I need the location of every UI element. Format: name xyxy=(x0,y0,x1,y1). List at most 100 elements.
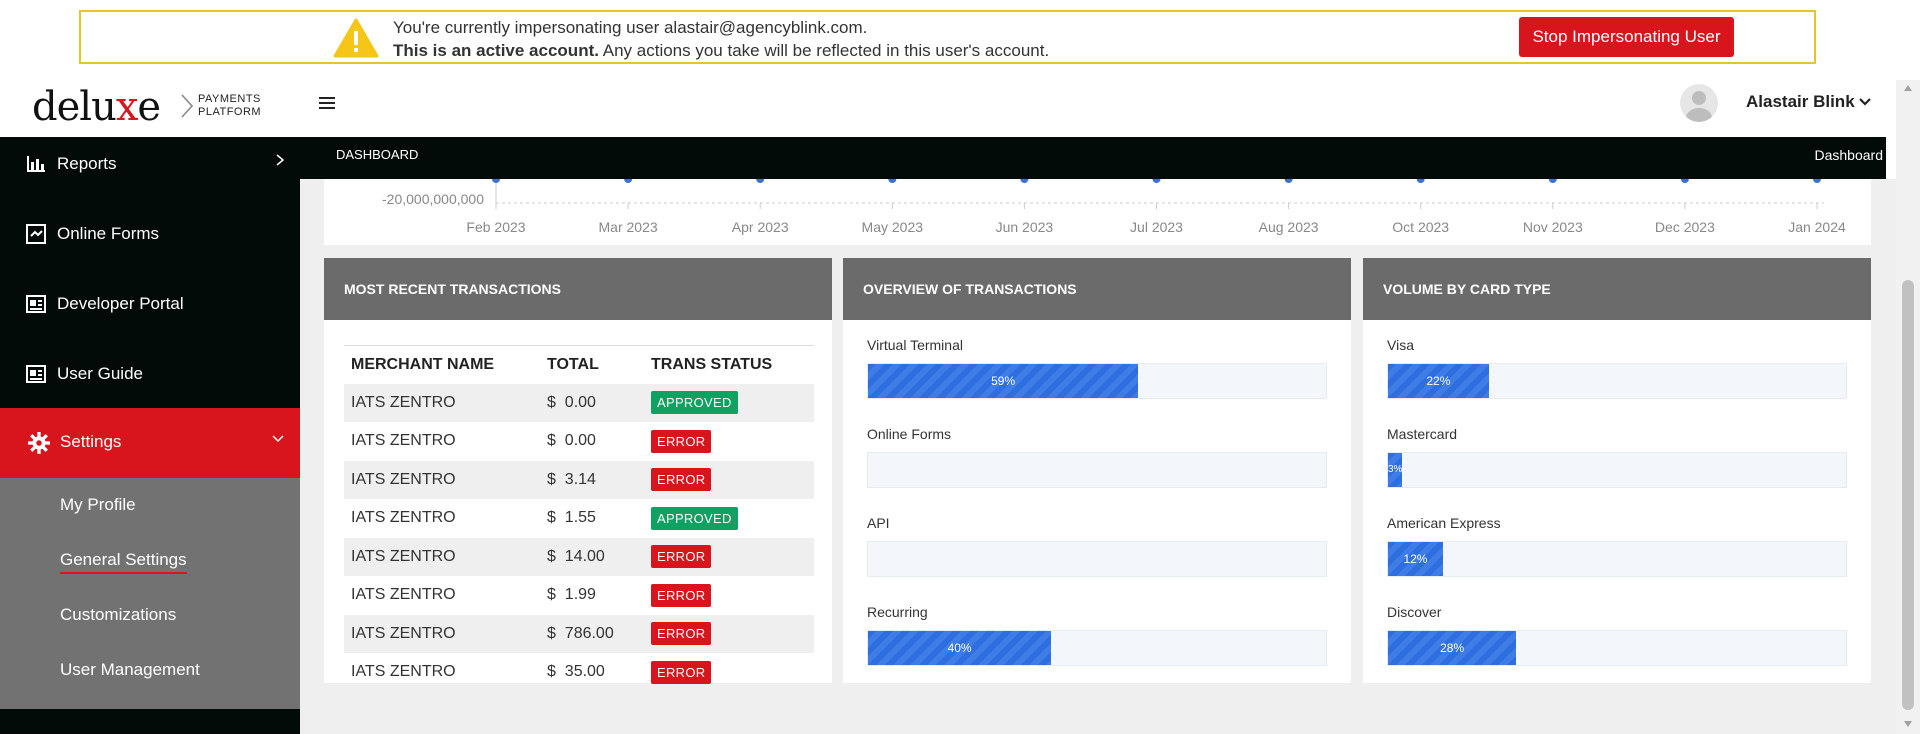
merchant-name-cell: IATS ZENTRO xyxy=(344,537,540,576)
progress-bar xyxy=(867,541,1327,577)
status-badge: ERROR xyxy=(651,429,712,453)
user-silhouette-icon xyxy=(1686,91,1712,122)
card-title: VOLUME BY CARD TYPE xyxy=(1363,258,1871,320)
card-title: MOST RECENT TRANSACTIONS xyxy=(324,258,832,320)
table-row[interactable]: IATS ZENTRO $ 1.55 APPROVED xyxy=(344,499,814,538)
column-header[interactable]: TOTAL xyxy=(540,345,644,384)
progress-bar: 22% xyxy=(1387,363,1847,399)
chart-point[interactable] xyxy=(1020,175,1029,183)
sidebar: Reports Online Forms Developer Portal Us… xyxy=(0,137,300,734)
chart-point[interactable] xyxy=(492,175,500,183)
status-badge: ERROR xyxy=(651,545,712,569)
progress-bar: 3% xyxy=(1387,452,1847,488)
progress-bar xyxy=(867,452,1327,488)
transactions-table: MERCHANT NAME TOTAL TRANS STATUS IATS ZE… xyxy=(344,345,814,692)
gear-icon xyxy=(28,432,50,454)
logo-text-pre: delu xyxy=(32,84,117,130)
sidebar-item-reports[interactable]: Reports xyxy=(0,130,300,200)
chart-point[interactable] xyxy=(624,175,633,183)
progress-bar-fill: 3% xyxy=(1388,453,1402,487)
hamburger-menu-icon[interactable] xyxy=(315,94,339,118)
progress-bar: 28% xyxy=(1387,630,1847,666)
bar-label: API xyxy=(867,515,890,531)
y-tick-label: -20,000,000,000 xyxy=(382,191,484,207)
table-row[interactable]: IATS ZENTRO $ 0.00 ERROR xyxy=(344,422,814,461)
sidebar-item-label: Developer Portal xyxy=(57,294,184,313)
chart-point[interactable] xyxy=(888,175,897,183)
scroll-down-icon[interactable] xyxy=(1903,720,1913,728)
table-row[interactable]: IATS ZENTRO $ 0.00 APPROVED xyxy=(344,383,814,422)
sidebar-item-user-guide[interactable]: User Guide xyxy=(0,340,300,410)
progress-bar-fill: 59% xyxy=(868,364,1139,398)
deluxe-logo[interactable]: deluxe xyxy=(32,84,161,130)
logo-subtitle: PAYMENTS PLATFORM xyxy=(198,93,261,119)
merchant-name-cell: IATS ZENTRO xyxy=(351,509,456,527)
page-scrollbar[interactable] xyxy=(1896,80,1920,734)
merchant-name-cell: IATS ZENTRO xyxy=(351,586,456,604)
logo-sub-line-2: PLATFORM xyxy=(198,106,262,118)
chart-point[interactable] xyxy=(1284,175,1293,183)
banner-line-1: You're currently impersonating user alas… xyxy=(393,18,868,37)
stop-impersonating-button[interactable]: Stop Impersonating User xyxy=(1519,17,1734,57)
submenu-item-my-profile[interactable]: My Profile xyxy=(60,495,136,515)
bar-label: Online Forms xyxy=(867,426,952,442)
warning-icon xyxy=(333,18,379,58)
chart-point[interactable] xyxy=(1152,175,1161,183)
sidebar-item-settings[interactable]: Settings xyxy=(0,408,300,478)
document-icon xyxy=(26,295,46,313)
submenu-item-customizations[interactable]: Customizations xyxy=(60,605,176,625)
sidebar-item-developer-portal[interactable]: Developer Portal xyxy=(0,270,300,340)
column-header[interactable]: TRANS STATUS xyxy=(644,345,814,384)
breadcrumb-current[interactable]: Dashboard xyxy=(1815,147,1884,163)
bar-chart-icon xyxy=(27,156,45,172)
x-tick-label: Apr 2023 xyxy=(732,219,789,235)
progress-bar-fill: 28% xyxy=(1388,631,1517,665)
chevron-down-icon[interactable] xyxy=(1858,95,1872,109)
chart-point[interactable] xyxy=(1416,175,1425,183)
avatar[interactable] xyxy=(1680,84,1718,122)
transactions-line-chart: -20,000,000,000 Feb 2023 Mar 2023 Apr 2023… xyxy=(324,175,1871,245)
logo-text-post: e xyxy=(137,84,161,130)
scroll-thumb[interactable] xyxy=(1902,280,1914,710)
overview-transactions-card: OVERVIEW OF TRANSACTIONS Virtual Termina… xyxy=(843,258,1351,683)
chevron-right-icon xyxy=(276,154,285,166)
status-badge: ERROR xyxy=(651,660,712,684)
total-cell: $ 35.00 xyxy=(547,663,605,681)
form-icon xyxy=(26,224,46,244)
x-tick-label: Jan 2024 xyxy=(1788,219,1846,235)
merchant-name-cell: IATS ZENTRO xyxy=(344,460,540,499)
bar-label: Visa xyxy=(1387,337,1414,353)
user-name[interactable]: Alastair Blink xyxy=(1746,92,1855,112)
submenu-item-general-settings[interactable]: General Settings xyxy=(60,550,187,574)
logo-sub-line-1: PAYMENTS xyxy=(198,93,261,105)
chart-point[interactable] xyxy=(1680,175,1689,183)
table-row[interactable]: IATS ZENTRO $ 35.00 ERROR xyxy=(344,653,814,692)
scroll-up-icon[interactable] xyxy=(1903,84,1913,92)
sidebar-item-label: User Guide xyxy=(57,364,143,383)
total-cell: $ 3.14 xyxy=(540,460,644,499)
table-row[interactable]: IATS ZENTRO $ 786.00 ERROR xyxy=(344,614,814,653)
progress-bar: 12% xyxy=(1387,541,1847,577)
status-cell: ERROR xyxy=(644,614,814,653)
impersonation-banner: You're currently impersonating user alas… xyxy=(79,10,1816,64)
table-row[interactable]: IATS ZENTRO $ 1.99 ERROR xyxy=(344,576,814,615)
status-badge: APPROVED xyxy=(651,391,738,415)
total-cell: $ 786.00 xyxy=(540,614,644,653)
total-cell: $ 14.00 xyxy=(540,537,644,576)
bar-label: American Express xyxy=(1387,515,1501,531)
status-badge: APPROVED xyxy=(651,506,738,530)
chart-point[interactable] xyxy=(1548,175,1557,183)
merchant-name-cell: IATS ZENTRO xyxy=(351,663,456,681)
card-title: OVERVIEW OF TRANSACTIONS xyxy=(843,258,1351,320)
submenu-item-user-management[interactable]: User Management xyxy=(60,660,200,680)
bar-label: Virtual Terminal xyxy=(867,337,963,353)
table-row[interactable]: IATS ZENTRO $ 14.00 ERROR xyxy=(344,537,814,576)
x-tick-label: Mar 2023 xyxy=(599,219,658,235)
sidebar-item-online-forms[interactable]: Online Forms xyxy=(0,200,300,270)
chart-point[interactable] xyxy=(1813,175,1821,183)
column-header[interactable]: MERCHANT NAME xyxy=(344,345,540,384)
table-row[interactable]: IATS ZENTRO $ 3.14 ERROR xyxy=(344,460,814,499)
logo-text-x: x xyxy=(115,84,139,130)
chart-point[interactable] xyxy=(756,175,765,183)
status-cell: ERROR xyxy=(644,422,814,461)
